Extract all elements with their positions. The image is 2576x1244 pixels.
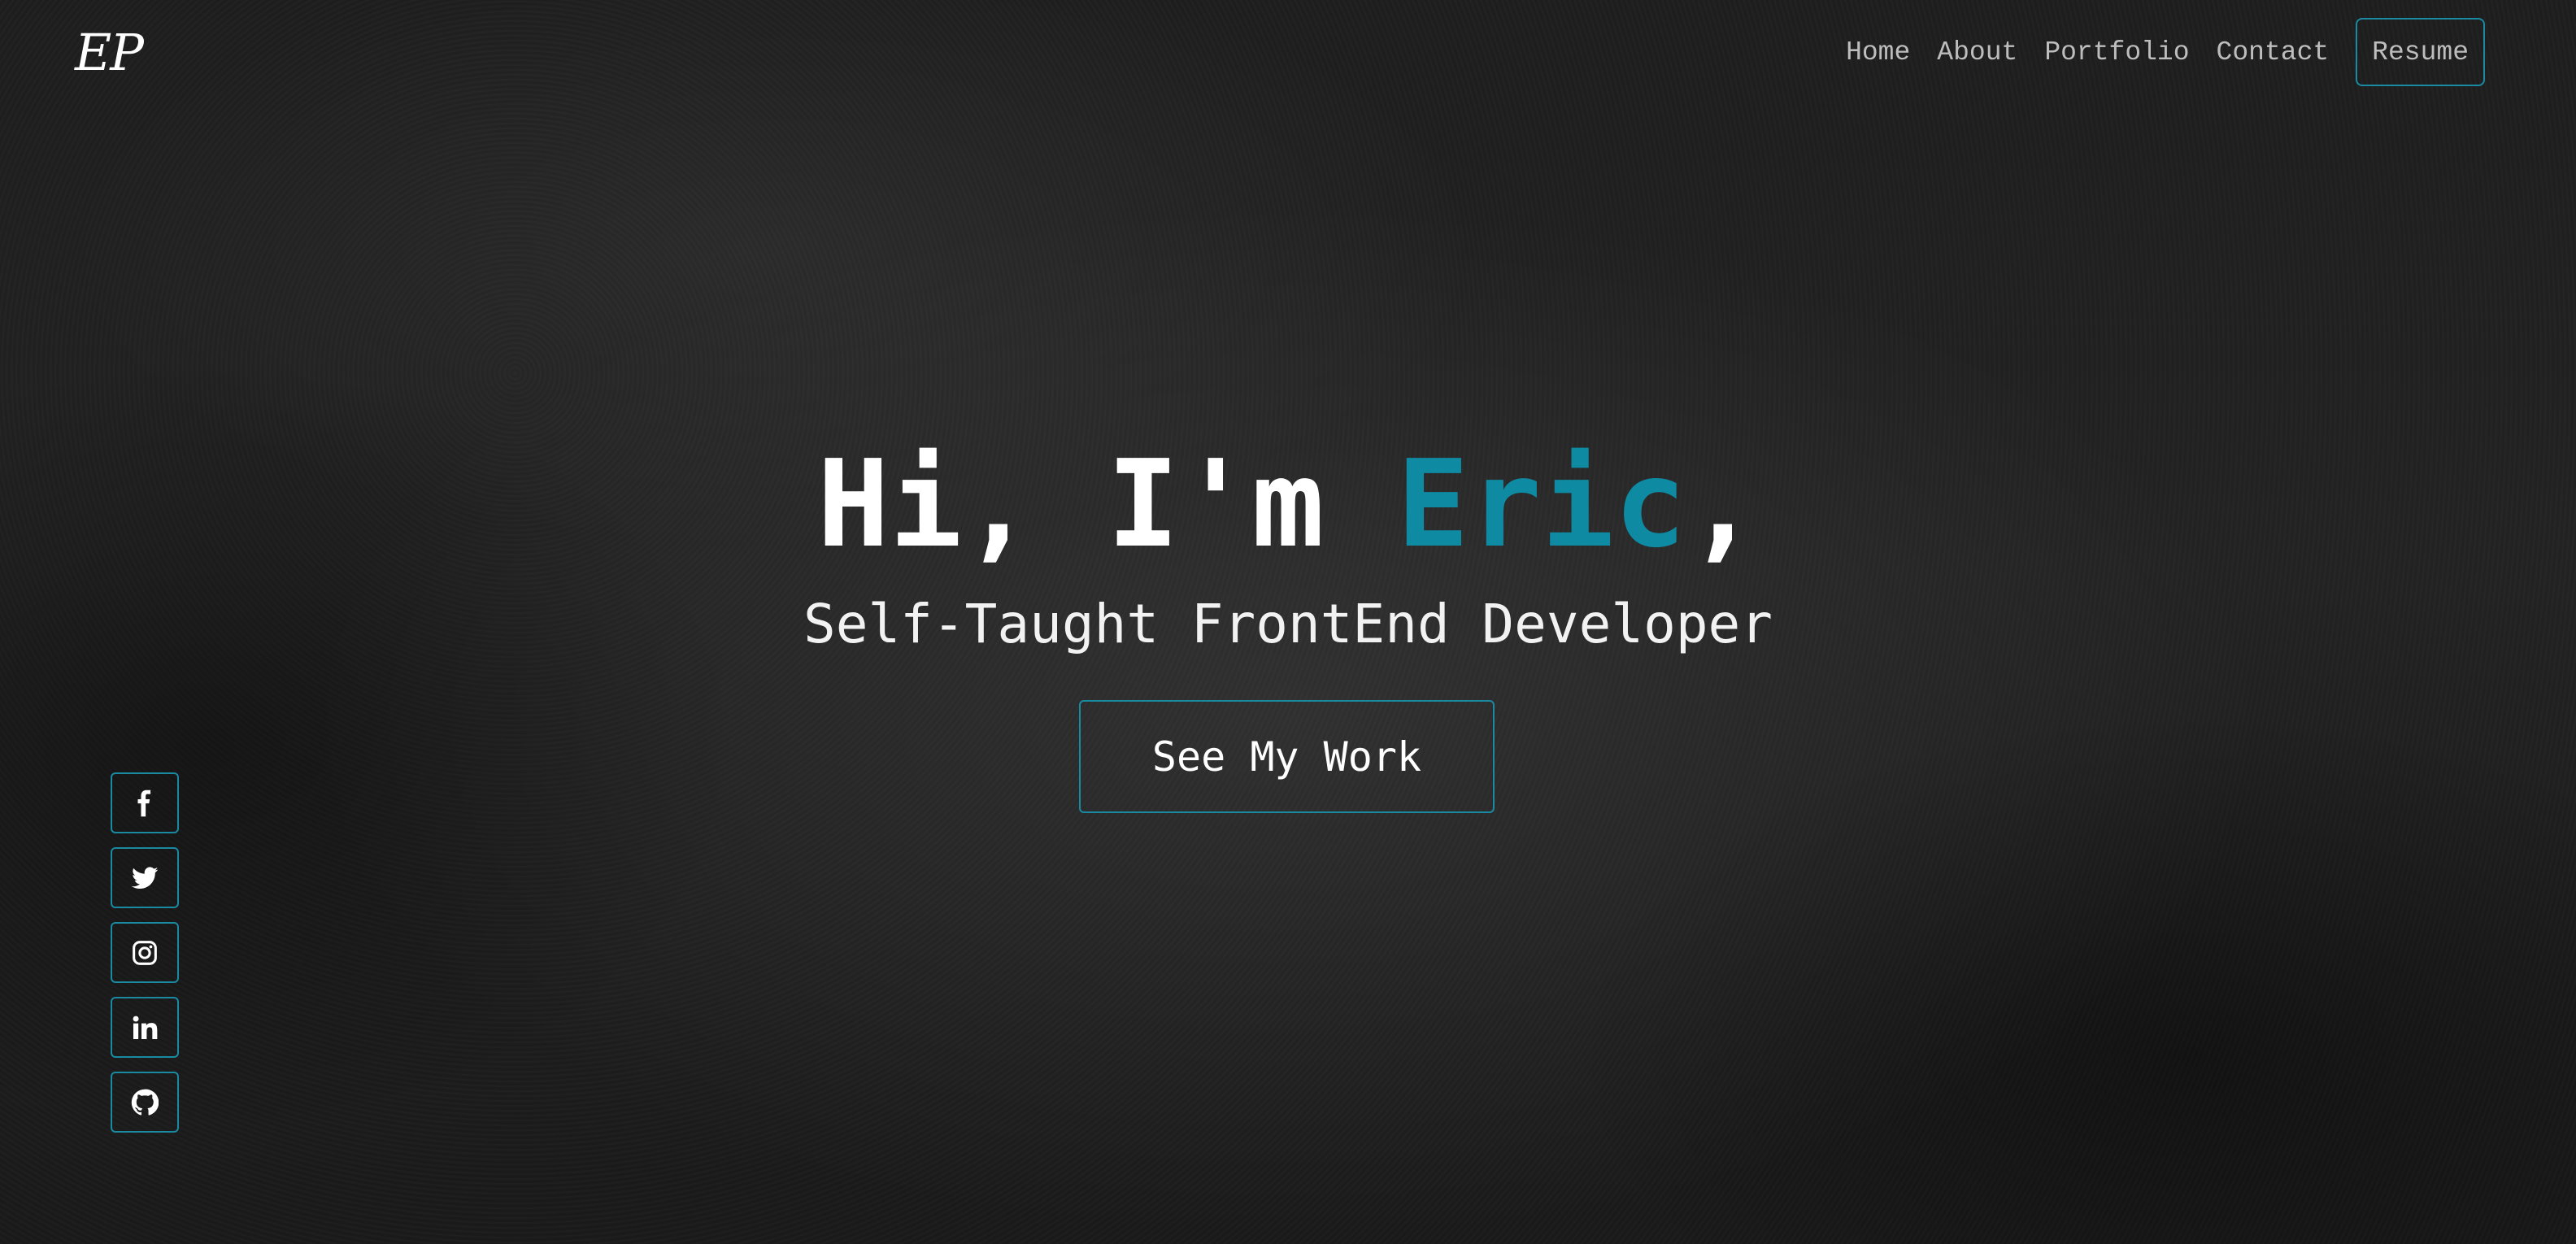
nav-link-about[interactable]: About (1937, 37, 2017, 67)
twitter-icon (131, 866, 159, 889)
instagram-icon (133, 940, 157, 965)
hero-subtitle: Self-Taught FrontEnd Developer (803, 593, 1773, 655)
twitter-link[interactable] (111, 847, 179, 908)
logo[interactable]: EP (75, 23, 144, 82)
facebook-link[interactable] (111, 772, 179, 833)
nav-link-portfolio[interactable]: Portfolio (2044, 37, 2189, 67)
nav-link-home[interactable]: Home (1846, 37, 1910, 67)
main-nav: Home About Portfolio Contact Resume (1846, 18, 2485, 86)
linkedin-link[interactable] (111, 997, 179, 1058)
hero-greeting: Hi, I'm (816, 434, 1397, 574)
nav-link-contact[interactable]: Contact (2217, 37, 2330, 67)
linkedin-icon (133, 1016, 158, 1039)
github-link[interactable] (111, 1072, 179, 1133)
hero-title: Hi, I'm Eric, (0, 439, 2576, 569)
facebook-icon (137, 789, 151, 816)
github-icon (131, 1089, 159, 1116)
instagram-link[interactable] (111, 922, 179, 983)
hero-name-suffix: , (1686, 434, 1760, 574)
see-my-work-button[interactable]: See My Work (1079, 700, 1495, 813)
social-links (111, 772, 179, 1146)
resume-button[interactable]: Resume (2356, 18, 2485, 86)
hero-name: Eric (1396, 434, 1687, 574)
